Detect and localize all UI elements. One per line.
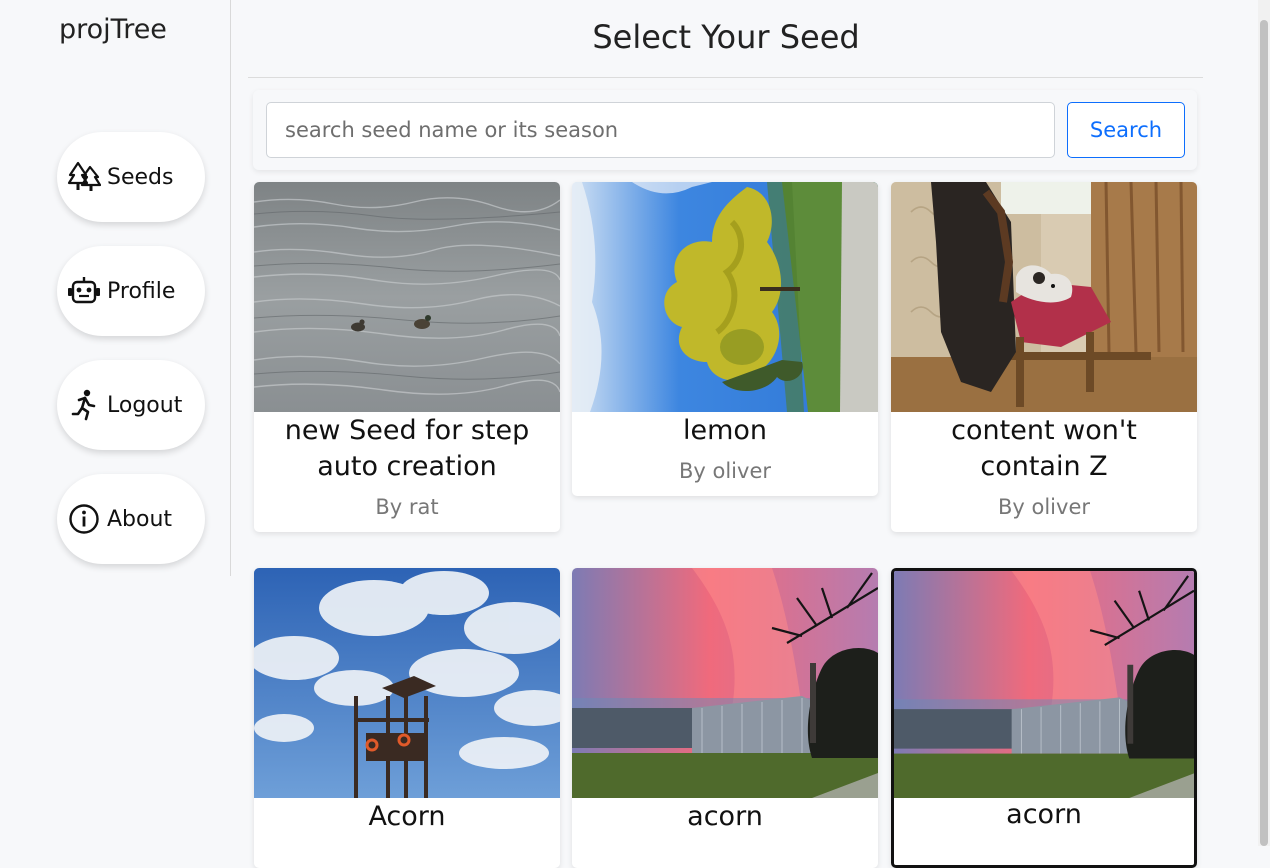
brand-logo[interactable]: projTree	[59, 14, 167, 45]
page-title: Select Your Seed	[592, 18, 860, 56]
seed-author: By oliver	[997, 495, 1090, 519]
seed-image	[894, 571, 1194, 798]
seed-author: By oliver	[678, 459, 771, 483]
sidebar-item-label: Profile	[107, 278, 176, 304]
sidebar-item-logout[interactable]: Logout	[57, 360, 205, 450]
seed-image	[891, 182, 1197, 412]
seed-title: acorn	[1006, 799, 1082, 830]
seed-image	[572, 568, 878, 798]
seed-card-selected[interactable]: acorn	[891, 568, 1197, 868]
running-person-icon	[67, 388, 101, 422]
seed-author: By rat	[375, 495, 439, 519]
sidebar-item-profile[interactable]: Profile	[57, 246, 205, 336]
seed-title: acorn	[687, 801, 763, 832]
seed-title: Acorn	[368, 801, 446, 832]
sidebar-item-seeds[interactable]: Seeds	[57, 132, 205, 222]
scrollbar-thumb[interactable]	[1260, 20, 1268, 846]
trees-icon	[67, 160, 101, 194]
seed-card[interactable]: lemon By oliver	[572, 182, 878, 496]
info-circle-icon	[67, 502, 101, 536]
seed-title: lemon	[682, 415, 768, 446]
seed-title: new Seed for step auto creation	[284, 415, 530, 482]
seed-card[interactable]: acorn	[572, 568, 878, 868]
main-content: Select Your Seed Search	[248, 0, 1204, 170]
divider	[248, 77, 1203, 78]
seed-image	[572, 182, 878, 412]
sidebar-item-label: Seeds	[107, 164, 174, 190]
sidebar-item-label: Logout	[107, 392, 183, 418]
seed-card[interactable]: Acorn	[254, 568, 560, 868]
seed-title: content won't contain Z	[951, 415, 1137, 482]
sidebar-item-about[interactable]: About	[57, 474, 205, 564]
seed-image	[254, 568, 560, 798]
seed-card[interactable]: content won't contain Z By oliver	[891, 182, 1197, 532]
page-scrollbar[interactable]	[1258, 0, 1270, 846]
search-button[interactable]: Search	[1067, 102, 1185, 158]
search-bar: Search	[253, 90, 1197, 170]
robot-icon	[67, 274, 101, 308]
seed-image	[254, 182, 560, 412]
seed-card[interactable]: new Seed for step auto creation By rat	[254, 182, 560, 532]
sidebar: projTree Seeds Profile Logout About	[0, 0, 231, 576]
sidebar-item-label: About	[107, 506, 173, 532]
search-input[interactable]	[266, 102, 1055, 158]
